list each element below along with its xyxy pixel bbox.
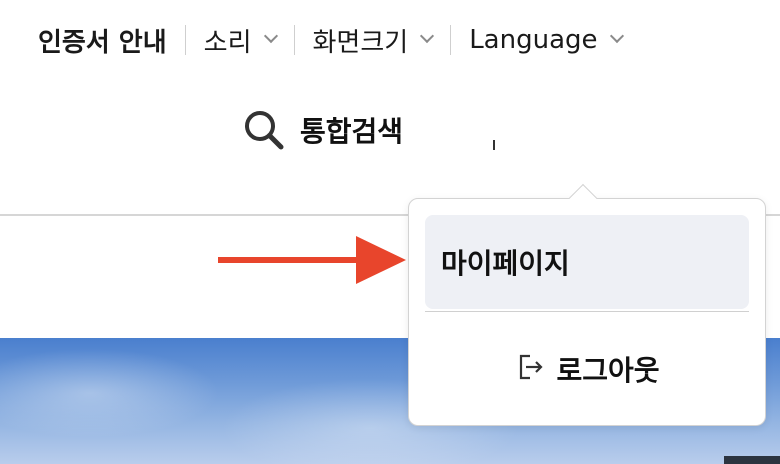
nav-separator <box>293 25 295 55</box>
language-label: Language <box>469 25 598 55</box>
chevron-down-icon <box>420 28 435 44</box>
sound-label: 소리 <box>203 27 252 58</box>
language-dropdown[interactable]: Language <box>469 25 624 55</box>
user-menu-popup: 마이페이지 로그아웃 <box>408 183 767 426</box>
cert-guide-link[interactable]: 인증서 안내 <box>38 22 167 59</box>
logout-icon <box>516 352 546 386</box>
logout-label: 로그아웃 <box>556 354 660 387</box>
logout-menu-item[interactable]: 로그아웃 <box>409 329 767 409</box>
nav-separator <box>450 25 452 55</box>
screen-size-label: 화면크기 <box>312 27 409 58</box>
menu-divider <box>425 311 749 312</box>
annotation-arrow-icon <box>218 236 406 284</box>
sound-dropdown[interactable]: 소리 <box>203 22 278 59</box>
text-cursor-mark <box>493 140 495 150</box>
my-page-label: 마이페이지 <box>441 247 570 280</box>
utility-nav: 인증서 안내 소리 화면크기 Language <box>38 20 624 60</box>
nav-separator <box>184 25 186 55</box>
cert-guide-label: 인증서 안내 <box>38 27 167 58</box>
banner-corner-control <box>724 456 780 464</box>
screen-size-dropdown[interactable]: 화면크기 <box>312 22 435 59</box>
chevron-down-icon <box>609 28 624 44</box>
integrated-search-button[interactable]: 통합검색 <box>242 108 403 152</box>
search-label: 통합검색 <box>300 115 404 148</box>
chevron-down-icon <box>263 28 278 44</box>
search-icon <box>242 108 286 152</box>
popup-caret <box>568 183 598 213</box>
my-page-menu-item[interactable]: 마이페이지 <box>425 215 749 309</box>
